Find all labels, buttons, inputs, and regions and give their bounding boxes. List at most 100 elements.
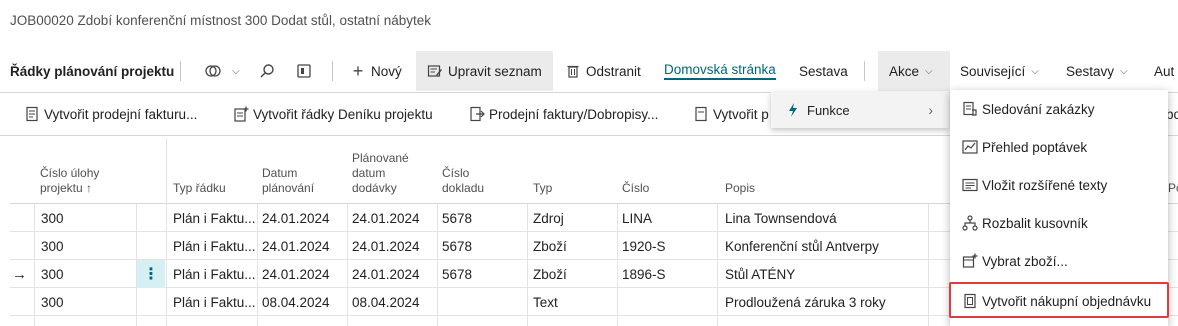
cell-doc-no[interactable]: 5678 bbox=[442, 204, 522, 232]
more-vertical-icon: ⋮ bbox=[143, 266, 159, 283]
chart-icon bbox=[962, 139, 978, 155]
cell-delivery-date[interactable]: 08.04.2024 bbox=[352, 288, 436, 316]
cell-no[interactable]: 1896-S bbox=[622, 260, 712, 288]
cell-doc-no[interactable]: 5678 bbox=[442, 232, 522, 260]
row-marker bbox=[12, 232, 34, 260]
col-header-planning-date[interactable]: Datum plánování bbox=[262, 138, 332, 204]
cell-delivery-date[interactable]: 24.01.2024 bbox=[352, 232, 436, 260]
chevron-down-icon: ⌵ bbox=[1120, 65, 1128, 77]
cell-doc-no[interactable] bbox=[442, 288, 522, 316]
col-header-no[interactable]: Číslo bbox=[622, 138, 682, 204]
edit-list-icon bbox=[426, 62, 444, 80]
col-header-task-no[interactable]: Číslo úlohy projektu ↑ bbox=[40, 138, 135, 204]
create-sales-invoice-button[interactable]: Vytvořit prodejní fakturu... bbox=[24, 96, 197, 132]
sales-invoices-label: Prodejní faktury/Dobropisy... bbox=[489, 106, 659, 122]
cell-planning-date[interactable]: 24.01.2024 bbox=[262, 232, 346, 260]
tab-related[interactable]: Související ⌵ bbox=[960, 51, 1039, 91]
edit-list-button[interactable]: Upravit seznam bbox=[416, 51, 553, 91]
col-header-type[interactable]: Typ bbox=[533, 138, 593, 204]
create-journal-lines-button[interactable]: Vytvořit řádky Deníku projektu bbox=[233, 96, 433, 132]
tab-reports-label: Sestavy bbox=[1066, 63, 1115, 79]
create-p-button[interactable]: Vytvořit p bbox=[693, 96, 769, 132]
cell-task-no[interactable]: 300 bbox=[41, 204, 131, 232]
cell-type[interactable]: Zboží bbox=[533, 260, 613, 288]
menu-item-insert-ext-texts[interactable]: Vložit rozšířené texty bbox=[950, 166, 1168, 204]
cell-type[interactable]: Zdroj bbox=[533, 204, 613, 232]
separator bbox=[864, 61, 865, 81]
tab-actions-label: Akce bbox=[889, 63, 920, 79]
cell-delivery-date[interactable]: 24.01.2024 bbox=[352, 204, 436, 232]
delete-button[interactable]: Odstranit bbox=[564, 51, 641, 91]
cell-line-type[interactable]: Plán i Faktu... bbox=[173, 260, 255, 288]
layout-icon bbox=[295, 62, 313, 80]
menu-item-demand-overview[interactable]: Přehled poptávek bbox=[950, 128, 1168, 166]
text-block-icon bbox=[962, 177, 978, 193]
cell-task-no[interactable]: 300 bbox=[41, 260, 131, 288]
col-header-cut[interactable]: Po bbox=[1168, 138, 1178, 204]
new-label: Nový bbox=[371, 63, 402, 79]
col-header-description[interactable]: Popis bbox=[725, 138, 845, 204]
plus-icon: + bbox=[352, 60, 364, 81]
cell-line-type[interactable]: Plán i Faktu... bbox=[173, 232, 255, 260]
tab-home[interactable]: Domovská stránka bbox=[664, 51, 776, 91]
cell-planning-date[interactable]: 24.01.2024 bbox=[262, 204, 346, 232]
cell-line-type[interactable]: Plán i Faktu... bbox=[173, 204, 255, 232]
lightning-icon bbox=[785, 103, 801, 117]
page-title: JOB00020 Zdobí konferenční místnost 300 … bbox=[10, 13, 431, 28]
menu-item-explode-bom[interactable]: Rozbalit kusovník bbox=[950, 204, 1168, 242]
menu-item-order-tracking[interactable]: Sledování zakázky bbox=[950, 90, 1168, 128]
tab-home-label: Domovská stránka bbox=[664, 62, 776, 80]
menu-item-functions[interactable]: Funkce › bbox=[771, 92, 949, 128]
chevron-right-icon: › bbox=[928, 102, 933, 118]
cell-no[interactable]: 1920-S bbox=[622, 232, 712, 260]
chevron-down-icon: ⌵ bbox=[925, 65, 933, 77]
menu-item-select-items[interactable]: Vybrat zboží... bbox=[950, 242, 1168, 280]
tab-report-label: Sestava bbox=[799, 63, 848, 79]
cell-description[interactable]: Prodloužená záruka 3 roky bbox=[725, 288, 935, 316]
search-button[interactable] bbox=[258, 51, 280, 91]
cell-no[interactable]: LINA bbox=[622, 204, 712, 232]
hierarchy-icon bbox=[962, 215, 978, 231]
tab-automate[interactable]: Aut bbox=[1154, 51, 1174, 91]
filter-pane-button[interactable]: ⌵ bbox=[204, 51, 240, 91]
tracking-icon bbox=[962, 101, 978, 117]
chevron-down-icon: ⌵ bbox=[1031, 65, 1039, 77]
create-journal-lines-label: Vytvořit řádky Deníku projektu bbox=[253, 106, 433, 122]
cell-no[interactable] bbox=[622, 288, 712, 316]
document-icon bbox=[693, 105, 709, 123]
cell-type[interactable]: Zboží bbox=[533, 232, 613, 260]
row-menu-button[interactable]: ⋮ bbox=[137, 260, 165, 288]
open-in-page-button[interactable] bbox=[295, 51, 317, 91]
cell-task-no[interactable]: 300 bbox=[41, 232, 131, 260]
cell-description[interactable]: Konferenční stůl Antverpy bbox=[725, 232, 935, 260]
cell-task-no[interactable]: 300 bbox=[41, 288, 131, 316]
tab-report[interactable]: Sestava bbox=[799, 51, 848, 91]
col-header-doc-no[interactable]: Číslo dokladu bbox=[442, 138, 502, 204]
cell-doc-no[interactable]: 5678 bbox=[442, 260, 522, 288]
cell-description[interactable]: Stůl ATÉNY bbox=[725, 260, 925, 288]
col-header-delivery-date[interactable]: Plánované datum dodávky bbox=[352, 138, 424, 204]
edit-list-label: Upravit seznam bbox=[448, 63, 542, 79]
actions-menu: Funkce › bbox=[771, 92, 949, 128]
new-button[interactable]: + Nový bbox=[349, 51, 402, 91]
item-select-icon bbox=[962, 253, 978, 269]
create-p-label: Vytvořit p bbox=[713, 106, 769, 122]
col-header-line-type[interactable]: Typ řádku bbox=[173, 138, 253, 204]
cell-planning-date[interactable]: 24.01.2024 bbox=[262, 260, 346, 288]
menu-item-label: Vložit rozšířené texty bbox=[982, 177, 1108, 193]
menu-item-label: Rozbalit kusovník bbox=[982, 215, 1088, 231]
cell-delivery-date[interactable]: 24.01.2024 bbox=[352, 260, 436, 288]
delete-label: Odstranit bbox=[586, 63, 641, 79]
cell-line-type[interactable]: Plán i Faktu... bbox=[173, 288, 255, 316]
toolbar: Řádky plánování projektu ⌵ + Nový Upravi… bbox=[0, 51, 1178, 91]
row-marker bbox=[12, 204, 34, 232]
cell-description[interactable]: Lina Townsendová bbox=[725, 204, 925, 232]
tab-actions[interactable]: Akce ⌵ bbox=[878, 51, 950, 91]
tab-automate-label: Aut bbox=[1154, 63, 1175, 79]
menu-item-functions-label: Funkce bbox=[807, 102, 850, 118]
tab-reports[interactable]: Sestavy ⌵ bbox=[1066, 51, 1128, 91]
chevron-down-icon: ⌵ bbox=[232, 65, 240, 77]
sales-invoices-button[interactable]: Prodejní faktury/Dobropisy... bbox=[469, 96, 658, 132]
cell-planning-date[interactable]: 08.04.2024 bbox=[262, 288, 346, 316]
cell-type[interactable]: Text bbox=[533, 288, 613, 316]
